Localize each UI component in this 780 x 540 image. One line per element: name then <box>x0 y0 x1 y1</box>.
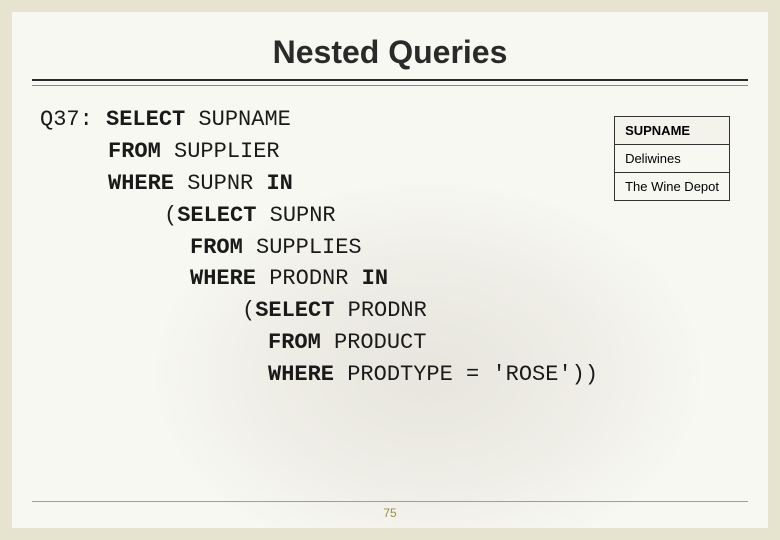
footer-divider <box>32 501 748 502</box>
title-divider <box>32 79 748 81</box>
page-number: 75 <box>12 506 768 520</box>
table-cell: The Wine Depot <box>615 173 730 201</box>
query-line-6: WHERE PRODNR IN <box>40 263 740 295</box>
title-divider-thin <box>32 85 748 86</box>
table-header: SUPNAME <box>615 117 730 145</box>
result-table: SUPNAME Deliwines The Wine Depot <box>614 116 730 201</box>
table-header-row: SUPNAME <box>615 117 730 145</box>
table-cell: Deliwines <box>615 145 730 173</box>
slide-container: Nested Queries Q37: SELECT SUPNAME FROM … <box>12 12 768 528</box>
table-row: The Wine Depot <box>615 173 730 201</box>
query-line-8: FROM PRODUCT <box>40 327 740 359</box>
query-line-7: (SELECT PRODNR <box>40 295 740 327</box>
slide-title: Nested Queries <box>12 12 768 79</box>
query-line-4: (SELECT SUPNR <box>40 200 740 232</box>
query-line-9: WHERE PRODTYPE = 'ROSE')) <box>40 359 740 391</box>
table-row: Deliwines <box>615 145 730 173</box>
query-line-5: FROM SUPPLIES <box>40 232 740 264</box>
